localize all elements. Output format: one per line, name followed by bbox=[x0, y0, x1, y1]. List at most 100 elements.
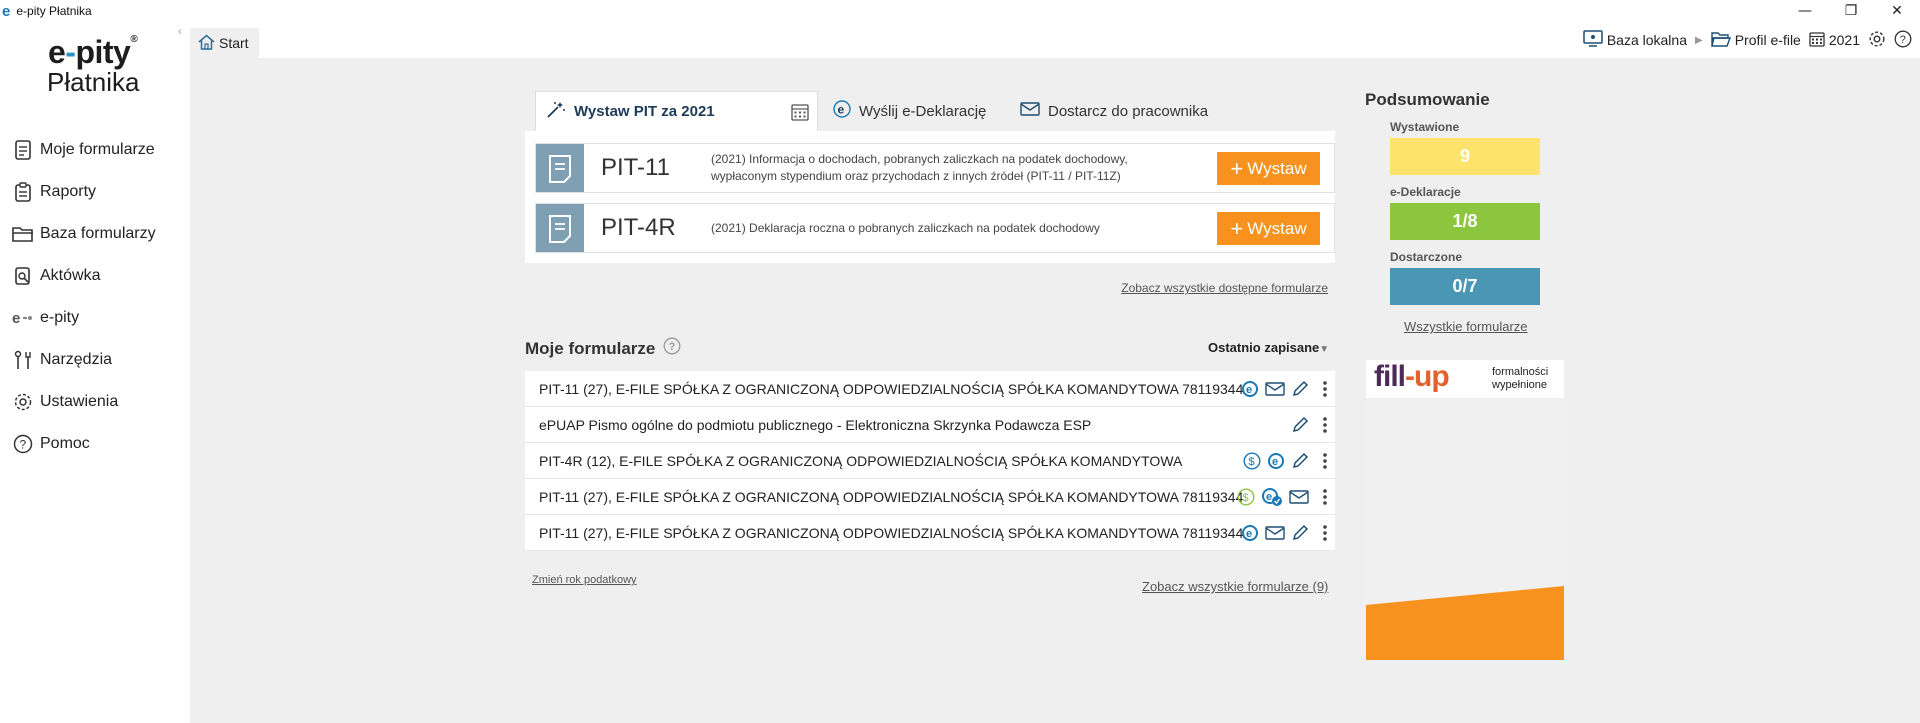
list-item[interactable]: PIT-4R (12), E-FILE SPÓŁKA Z OGRANICZONĄ… bbox=[525, 443, 1335, 479]
wystaw-pit4r-button[interactable]: + Wystaw bbox=[1217, 212, 1320, 245]
svg-text:?: ? bbox=[20, 438, 27, 452]
fillup-advertisement[interactable]: fill-up formalności wypełnione bbox=[1366, 360, 1564, 660]
close-button[interactable]: ✕ bbox=[1874, 0, 1920, 22]
help-button[interactable]: ? bbox=[1894, 30, 1912, 51]
pencil-icon[interactable] bbox=[1291, 380, 1309, 398]
plus-icon: + bbox=[1230, 215, 1244, 241]
svg-text:e: e bbox=[1266, 491, 1272, 503]
all-my-forms-link[interactable]: Zobacz wszystkie formularze (9) bbox=[1142, 579, 1328, 594]
tab-wystaw-pit[interactable]: Wystaw PIT za 2021 bbox=[535, 91, 818, 131]
more-options-icon[interactable] bbox=[1315, 489, 1335, 505]
svg-text:?: ? bbox=[669, 341, 676, 353]
more-options-icon[interactable] bbox=[1315, 417, 1335, 433]
svg-text:$: $ bbox=[1249, 456, 1255, 468]
all-forms-summary-link[interactable]: Wszystkie formularze bbox=[1404, 319, 1528, 334]
all-available-forms-link[interactable]: Zobacz wszystkie dostępne formularze bbox=[1121, 281, 1328, 295]
magic-wand-icon bbox=[546, 101, 566, 123]
edeclarations-count-badge[interactable]: 1/8 bbox=[1390, 203, 1540, 240]
pencil-icon[interactable] bbox=[1291, 452, 1309, 470]
sidebar-item-baza-formularzy[interactable]: Baza formularzy bbox=[0, 213, 190, 255]
wystaw-pit11-button[interactable]: + Wystaw bbox=[1217, 152, 1320, 185]
briefcase-icon bbox=[12, 265, 34, 287]
app-logo: e-pity® Płatnika bbox=[47, 34, 140, 97]
sidebar: ‹ e-pity® Płatnika Moje formularze Rapor… bbox=[0, 22, 190, 723]
sidebar-item-moje-formularze[interactable]: Moje formularze bbox=[0, 129, 190, 171]
payment-icon[interactable]: $ bbox=[1243, 452, 1261, 470]
settings-button[interactable] bbox=[1868, 30, 1886, 51]
my-forms-list: PIT-11 (27), E-FILE SPÓŁKA Z OGRANICZONĄ… bbox=[525, 371, 1335, 551]
app-icon: e bbox=[2, 2, 11, 20]
caret-down-icon: ▼ bbox=[1319, 344, 1330, 355]
help-icon: ? bbox=[1894, 30, 1912, 51]
tab-wyslij-e-deklaracje[interactable]: e Wyślij e-Deklarację bbox=[833, 91, 986, 131]
svg-text:e: e bbox=[1246, 384, 1252, 396]
svg-text:?: ? bbox=[1900, 34, 1906, 46]
folder-open-icon bbox=[1710, 31, 1731, 50]
envelope-icon[interactable] bbox=[1265, 526, 1285, 540]
gear-icon bbox=[12, 391, 34, 413]
issued-count-badge[interactable]: 9 bbox=[1390, 138, 1540, 175]
tab-dostarcz-do-pracownika[interactable]: Dostarcz do pracownika bbox=[1020, 91, 1208, 131]
calendar-icon bbox=[1809, 31, 1825, 50]
form-description: (2021) Deklaracja roczna o pobranych zal… bbox=[711, 220, 1100, 235]
ad-graphic bbox=[1366, 586, 1564, 660]
issued-label: Wystawione bbox=[1390, 120, 1460, 134]
more-options-icon[interactable] bbox=[1315, 525, 1335, 541]
pit-forms-panel: PIT-11 (2021) Informacja o dochodach, po… bbox=[525, 131, 1335, 263]
gear-icon bbox=[1868, 30, 1886, 51]
document-icon bbox=[536, 204, 584, 252]
local-database-button[interactable]: Baza lokalna bbox=[1583, 30, 1687, 50]
list-item[interactable]: PIT-11 (27), E-FILE SPÓŁKA Z OGRANICZONĄ… bbox=[525, 371, 1335, 407]
profile-button[interactable]: Profil e-file bbox=[1710, 31, 1801, 50]
collapse-sidebar-icon[interactable]: ‹ bbox=[178, 26, 182, 38]
top-right-tools: Baza lokalna ▶ Profil e-file 2021 ? bbox=[1583, 22, 1920, 58]
pencil-icon[interactable] bbox=[1291, 524, 1309, 542]
e-declaration-icon[interactable]: e bbox=[1241, 524, 1259, 542]
help-icon[interactable]: ? bbox=[663, 337, 681, 360]
minimize-button[interactable]: — bbox=[1782, 0, 1828, 22]
forms-icon bbox=[12, 139, 34, 161]
tab-start[interactable]: Start bbox=[190, 28, 259, 58]
sidebar-item-pomoc[interactable]: ? Pomoc bbox=[0, 423, 190, 465]
envelope-icon bbox=[1020, 102, 1040, 120]
e-declaration-sent-icon[interactable]: e bbox=[1261, 487, 1283, 507]
svg-text:e: e bbox=[838, 103, 845, 117]
year-button[interactable]: 2021 bbox=[1809, 31, 1860, 50]
form-description: (2021) Informacja o dochodach, pobranych… bbox=[711, 152, 1128, 183]
title-bar: e e-pity Płatnika — ❐ ✕ bbox=[0, 0, 1920, 22]
e-declaration-icon[interactable]: e bbox=[1241, 380, 1259, 398]
envelope-icon[interactable] bbox=[1289, 490, 1309, 504]
e-declaration-icon: e bbox=[833, 100, 851, 122]
svg-text:e: e bbox=[1246, 528, 1252, 540]
sidebar-item-raporty[interactable]: Raporty bbox=[0, 171, 190, 213]
sidebar-item-ustawienia[interactable]: Ustawienia bbox=[0, 381, 190, 423]
form-code: PIT-4R bbox=[601, 214, 676, 241]
summary-title: Podsumowanie bbox=[1365, 90, 1490, 109]
sort-dropdown[interactable]: Ostatnio zapisane▼ bbox=[1208, 340, 1329, 355]
clipboard-icon bbox=[12, 181, 34, 203]
window-title: e-pity Płatnika bbox=[16, 4, 92, 18]
envelope-icon[interactable] bbox=[1265, 382, 1285, 396]
sidebar-item-e-pity[interactable]: e e-pity bbox=[0, 297, 190, 339]
pit-form-row: PIT-11 (2021) Informacja o dochodach, po… bbox=[535, 143, 1335, 193]
e-declaration-icon[interactable]: e bbox=[1267, 452, 1285, 470]
list-item[interactable]: PIT-11 (27), E-FILE SPÓŁKA Z OGRANICZONĄ… bbox=[525, 515, 1335, 551]
change-tax-year-link[interactable]: Zmień rok podatkowy bbox=[532, 574, 637, 586]
sidebar-item-narzedzia[interactable]: Narzędzia bbox=[0, 339, 190, 381]
more-options-icon[interactable] bbox=[1315, 381, 1335, 397]
restore-button[interactable]: ❐ bbox=[1828, 0, 1874, 22]
calendar-icon[interactable] bbox=[791, 103, 809, 125]
window-controls: — ❐ ✕ bbox=[1782, 0, 1920, 22]
delivered-count-badge[interactable]: 0/7 bbox=[1390, 268, 1540, 305]
list-item[interactable]: PIT-11 (27), E-FILE SPÓŁKA Z OGRANICZONĄ… bbox=[525, 479, 1335, 515]
svg-text:$: $ bbox=[1243, 492, 1249, 504]
edeclarations-label: e-Deklaracje bbox=[1390, 185, 1461, 199]
pencil-icon[interactable] bbox=[1291, 416, 1309, 434]
sidebar-item-aktowka[interactable]: Aktówka bbox=[0, 255, 190, 297]
sidebar-nav: Moje formularze Raporty Baza formularzy … bbox=[0, 129, 190, 465]
breadcrumb-arrow-icon: ▶ bbox=[1695, 34, 1703, 46]
payment-done-icon[interactable]: $ bbox=[1237, 488, 1255, 506]
more-options-icon[interactable] bbox=[1315, 453, 1335, 469]
form-code: PIT-11 bbox=[601, 154, 670, 181]
list-item[interactable]: ePUAP Pismo ogólne do podmiotu publiczne… bbox=[525, 407, 1335, 443]
